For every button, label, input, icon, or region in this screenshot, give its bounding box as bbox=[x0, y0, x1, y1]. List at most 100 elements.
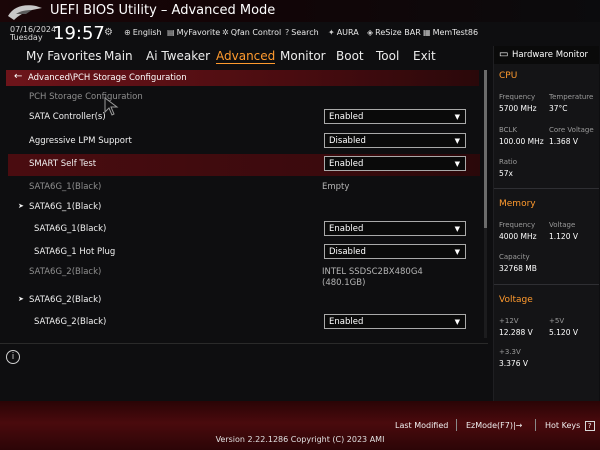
setting-row-smart-self-test[interactable]: SMART Self Test Enabled ▼ bbox=[8, 154, 480, 176]
device-model: INTEL SSDSC2BX480G4 bbox=[322, 267, 423, 277]
v5-value: 5.120 V bbox=[549, 328, 578, 337]
sata6g-1-hot-plug-select[interactable]: Disabled ▼ bbox=[324, 244, 466, 259]
breadcrumb-text: Advanced\PCH Storage Configuration bbox=[28, 73, 187, 83]
globe-icon: ⊕ bbox=[124, 28, 131, 37]
submenu-row-sata6g-2[interactable]: ➤ SATA6G_2(Black) bbox=[8, 290, 480, 312]
submenu-label: SATA6G_2(Black) bbox=[29, 295, 102, 305]
select-value: Enabled bbox=[329, 112, 364, 122]
tab-exit[interactable]: Exit bbox=[413, 49, 436, 63]
ratio-value: 57x bbox=[499, 169, 513, 178]
myfavorite-label: MyFavorite bbox=[176, 28, 221, 37]
setting-row-sata6g-2-enable[interactable]: SATA6G_2(Black) Enabled ▼ bbox=[8, 312, 480, 334]
select-value: Enabled bbox=[329, 159, 364, 169]
capacity-value: 32768 MB bbox=[499, 264, 537, 273]
info-icon: i bbox=[6, 350, 20, 364]
copyright-text: Version 2.22.1286 Copyright (C) 2023 AMI bbox=[215, 435, 385, 444]
port-label: SATA6G_2(Black) bbox=[29, 267, 102, 277]
sata6g-2-select[interactable]: Enabled ▼ bbox=[324, 314, 466, 329]
memory-section-title: Memory bbox=[499, 199, 536, 209]
clock-settings-gear-icon[interactable]: ⚙ bbox=[104, 27, 113, 38]
tab-tool[interactable]: Tool bbox=[376, 49, 399, 63]
memory-voltage-label: Voltage bbox=[549, 221, 576, 229]
setting-row-aggressive-lpm[interactable]: Aggressive LPM Support Disabled ▼ bbox=[8, 131, 480, 153]
memory-frequency-label: Frequency bbox=[499, 221, 536, 229]
info-row-sata6g-1: SATA6G_1(Black) Empty bbox=[8, 177, 480, 199]
footer-separator bbox=[535, 419, 536, 431]
cpu-frequency-value: 5700 MHz bbox=[499, 104, 537, 113]
setting-row-sata6g-1-hot-plug[interactable]: SATA6G_1 Hot Plug Disabled ▼ bbox=[8, 242, 480, 264]
hardware-monitor-title: Hardware Monitor bbox=[512, 50, 589, 60]
search-label: Search bbox=[291, 28, 319, 37]
qfan-control-button[interactable]: ✲ Qfan Control bbox=[222, 28, 281, 37]
dropdown-arrow-icon: ▼ bbox=[454, 160, 460, 168]
setting-label: SATA6G_1 Hot Plug bbox=[34, 247, 116, 257]
setting-row-sata6g-1-enable[interactable]: SATA6G_1(Black) Enabled ▼ bbox=[8, 219, 480, 241]
dropdown-arrow-icon: ▼ bbox=[454, 248, 460, 256]
mouse-cursor-icon bbox=[104, 97, 119, 116]
back-arrow-icon[interactable]: ← bbox=[14, 71, 22, 82]
setting-label: SATA6G_1(Black) bbox=[34, 224, 107, 234]
select-value: Enabled bbox=[329, 224, 364, 234]
aggressive-lpm-select[interactable]: Disabled ▼ bbox=[324, 133, 466, 148]
cpu-temperature-value: 37°C bbox=[549, 104, 568, 113]
tab-ai-tweaker[interactable]: Ai Tweaker bbox=[146, 49, 210, 63]
myfavorite-button[interactable]: ▤ MyFavorite bbox=[167, 28, 220, 37]
select-value: Disabled bbox=[329, 136, 366, 146]
smart-self-test-select[interactable]: Enabled ▼ bbox=[324, 156, 466, 171]
device-capacity: (480.1GB) bbox=[322, 278, 366, 288]
bclk-label: BCLK bbox=[499, 126, 518, 134]
resize-bar-button[interactable]: ◈ ReSize BAR bbox=[367, 28, 421, 37]
search-button[interactable]: ? Search bbox=[285, 28, 319, 37]
submenu-label: SATA6G_1(Black) bbox=[29, 202, 102, 212]
submenu-row-sata6g-1[interactable]: ➤ SATA6G_1(Black) bbox=[8, 197, 480, 219]
aura-icon: ✦ bbox=[328, 28, 335, 37]
port-label: SATA6G_1(Black) bbox=[29, 182, 102, 192]
tab-boot[interactable]: Boot bbox=[336, 49, 364, 63]
language-label: English bbox=[132, 28, 162, 37]
aura-button[interactable]: ✦ AURA bbox=[328, 28, 359, 37]
monitor-icon: ▭ bbox=[499, 49, 509, 60]
hardware-monitor-panel: ▭ Hardware Monitor CPU Frequency 5700 MH… bbox=[493, 46, 599, 401]
tab-advanced[interactable]: Advanced bbox=[216, 49, 276, 64]
sata-controller-select[interactable]: Enabled ▼ bbox=[324, 109, 466, 124]
memory-frequency-value: 4000 MHz bbox=[499, 232, 537, 241]
v33-label: +3.3V bbox=[499, 348, 521, 356]
ezmode-button[interactable]: EzMode(F7)|→ bbox=[466, 421, 522, 430]
breadcrumb[interactable]: ← Advanced\PCH Storage Configuration bbox=[6, 70, 479, 86]
cpu-section-title: CPU bbox=[499, 71, 518, 81]
last-modified-button[interactable]: Last Modified bbox=[395, 421, 448, 430]
setting-label: Aggressive LPM Support bbox=[29, 136, 132, 146]
rog-logo-icon bbox=[8, 5, 42, 20]
tab-my-favorites[interactable]: My Favorites bbox=[26, 49, 101, 63]
v33-value: 3.376 V bbox=[499, 359, 528, 368]
aura-label: AURA bbox=[336, 28, 359, 37]
qfan-label: Qfan Control bbox=[230, 28, 282, 37]
hot-keys-label: Hot Keys bbox=[545, 421, 581, 430]
section-divider bbox=[494, 284, 599, 285]
cpu-frequency-label: Frequency bbox=[499, 93, 536, 101]
tab-monitor[interactable]: Monitor bbox=[280, 49, 326, 63]
help-info-panel: i bbox=[0, 343, 488, 402]
scrollbar-thumb[interactable] bbox=[484, 70, 487, 228]
tab-main[interactable]: Main bbox=[104, 49, 133, 63]
memtest-label: MemTest86 bbox=[432, 28, 479, 37]
settings-panel: ← Advanced\PCH Storage Configuration PCH… bbox=[0, 67, 487, 341]
fan-icon: ✲ bbox=[222, 28, 229, 37]
dropdown-arrow-icon: ▼ bbox=[454, 137, 460, 145]
section-divider bbox=[494, 188, 599, 189]
info-row-sata6g-2: SATA6G_2(Black) INTEL SSDSC2BX480G4 (480… bbox=[8, 262, 480, 290]
main-menu: My Favorites Main Ai Tweaker Advanced Mo… bbox=[0, 46, 490, 66]
setting-label: SATA Controller(s) bbox=[29, 112, 106, 122]
language-button[interactable]: ⊕ English bbox=[124, 28, 162, 37]
section-heading: PCH Storage Configuration bbox=[29, 92, 143, 102]
title-bar: UEFI BIOS Utility – Advanced Mode bbox=[0, 0, 600, 22]
memory-voltage-value: 1.120 V bbox=[549, 232, 578, 241]
clock-time: 19:57 bbox=[53, 23, 105, 44]
memtest-button[interactable]: ▦ MemTest86 bbox=[423, 28, 478, 37]
section-heading-row: PCH Storage Configuration bbox=[8, 87, 480, 109]
capacity-label: Capacity bbox=[499, 253, 530, 261]
setting-row-sata-controller[interactable]: SATA Controller(s) Enabled ▼ bbox=[8, 107, 480, 129]
sata6g-1-select[interactable]: Enabled ▼ bbox=[324, 221, 466, 236]
star-list-icon: ▤ bbox=[167, 28, 175, 37]
hot-keys-button[interactable]: Hot Keys ? bbox=[545, 421, 595, 431]
